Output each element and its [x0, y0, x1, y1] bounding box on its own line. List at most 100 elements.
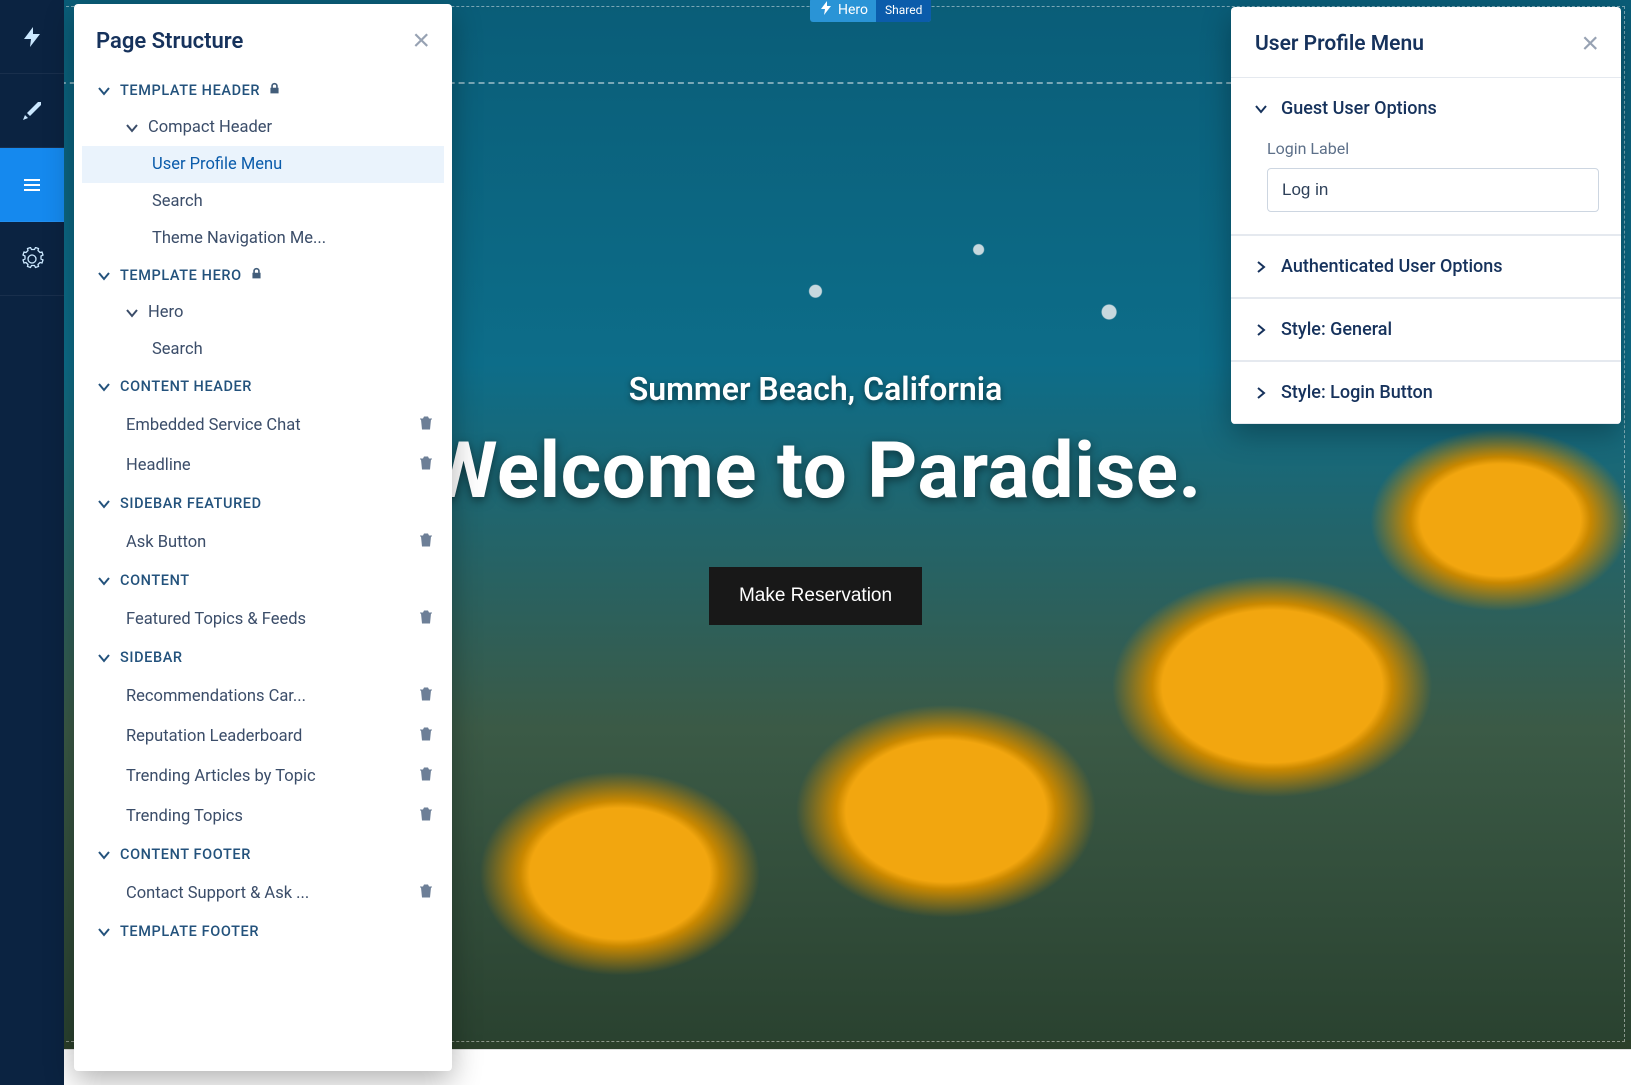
delete-button[interactable]: [418, 882, 434, 904]
section-header[interactable]: CONTENT FOOTER: [82, 836, 444, 873]
accordion-label: Guest User Options: [1281, 98, 1437, 119]
section-header[interactable]: TEMPLATE FOOTER: [82, 913, 444, 950]
tree-item[interactable]: Hero: [82, 294, 444, 331]
section-label: CONTENT HEADER: [120, 378, 252, 395]
property-panel: User Profile Menu × Guest User Options Lo…: [1231, 7, 1621, 424]
tree-item-label: Recommendations Car...: [126, 687, 306, 706]
tree-item-label: Reputation Leaderboard: [126, 727, 302, 746]
tree-item-label: Compact Header: [148, 118, 272, 137]
lightning-icon: [20, 25, 44, 49]
rail-settings[interactable]: [0, 222, 64, 296]
section-label: TEMPLATE FOOTER: [120, 923, 259, 940]
rail-theme[interactable]: [0, 74, 64, 148]
section-header[interactable]: TEMPLATE HEADER: [82, 72, 444, 109]
tree-item[interactable]: Reputation Leaderboard: [82, 716, 444, 756]
delete-button[interactable]: [418, 608, 434, 630]
tree-item-label: Search: [152, 340, 203, 359]
accordion-label: Style: Login Button: [1281, 382, 1433, 403]
tree-item-label: Theme Navigation Me...: [152, 229, 326, 248]
tree-item[interactable]: Ask Button: [82, 522, 444, 562]
chevron-right-icon: [1253, 385, 1269, 401]
accordion-header[interactable]: Style: Login Button: [1231, 362, 1621, 424]
tree-item[interactable]: Featured Topics & Feeds: [82, 599, 444, 639]
tree-item-label: Ask Button: [126, 533, 206, 552]
chevron-down-icon: [96, 924, 112, 940]
delete-button[interactable]: [418, 414, 434, 436]
tree-item[interactable]: Search: [82, 331, 444, 368]
delete-button[interactable]: [418, 805, 434, 827]
accordion-header[interactable]: Guest User Options: [1231, 78, 1621, 139]
chevron-down-icon: [96, 650, 112, 666]
rail-page-structure[interactable]: [0, 148, 64, 222]
chevron-down-icon: [124, 305, 140, 321]
close-property-panel-button[interactable]: ×: [1581, 29, 1599, 59]
section-header[interactable]: CONTENT HEADER: [82, 368, 444, 405]
tree-item-label: Trending Articles by Topic: [126, 767, 316, 786]
tree-item-label: Featured Topics & Feeds: [126, 610, 306, 629]
section-header[interactable]: CONTENT: [82, 562, 444, 599]
trash-icon: [418, 725, 434, 742]
chevron-right-icon: [1253, 259, 1269, 275]
trash-icon: [418, 882, 434, 899]
builder-sidebar-rail: [0, 0, 64, 1085]
tree-item[interactable]: Search: [82, 183, 444, 220]
accordion-label: Authenticated User Options: [1281, 256, 1503, 277]
delete-button[interactable]: [418, 685, 434, 707]
chevron-down-icon: [96, 268, 112, 284]
chevron-down-icon: [96, 847, 112, 863]
chevron-down-icon: [124, 120, 140, 136]
tree-item[interactable]: Compact Header: [82, 109, 444, 146]
accordion-body: Login Label: [1231, 139, 1621, 235]
section-label: SIDEBAR FEATURED: [120, 495, 262, 512]
chevron-right-icon: [1253, 322, 1269, 338]
section-header[interactable]: TEMPLATE HERO: [82, 257, 444, 294]
tree-item[interactable]: Trending Articles by Topic: [82, 756, 444, 796]
brush-icon: [20, 99, 44, 123]
lock-icon: [250, 267, 263, 280]
section-label: CONTENT FOOTER: [120, 846, 251, 863]
delete-button[interactable]: [418, 765, 434, 787]
chevron-down-icon: [96, 379, 112, 395]
tree-item-label: Contact Support & Ask ...: [126, 884, 309, 903]
property-panel-title: User Profile Menu: [1255, 32, 1424, 56]
page-structure-panel: Page Structure × TEMPLATE HEADER Compact …: [74, 4, 452, 1071]
section-label: TEMPLATE HEADER: [120, 82, 260, 99]
trash-icon: [418, 414, 434, 431]
field-label: Login Label: [1267, 139, 1599, 158]
accordion-header[interactable]: Style: General: [1231, 299, 1621, 361]
page-structure-title: Page Structure: [96, 29, 243, 54]
trash-icon: [418, 805, 434, 822]
section-label: CONTENT: [120, 572, 190, 589]
tree-item[interactable]: Theme Navigation Me...: [82, 220, 444, 257]
delete-button[interactable]: [418, 725, 434, 747]
tree-item-label: Embedded Service Chat: [126, 416, 301, 435]
trash-icon: [418, 531, 434, 548]
rail-components[interactable]: [0, 0, 64, 74]
tree-item[interactable]: Recommendations Car...: [82, 676, 444, 716]
section-header[interactable]: SIDEBAR: [82, 639, 444, 676]
chevron-down-icon: [96, 573, 112, 589]
accordion-header[interactable]: Authenticated User Options: [1231, 236, 1621, 298]
make-reservation-button[interactable]: Make Reservation: [709, 567, 922, 625]
property-panel-body: Guest User Options Login Label Authentica…: [1231, 77, 1621, 424]
delete-button[interactable]: [418, 531, 434, 553]
login-label-input[interactable]: [1267, 168, 1599, 212]
tree-item[interactable]: Contact Support & Ask ...: [82, 873, 444, 913]
tree-item[interactable]: Trending Topics: [82, 796, 444, 836]
trash-icon: [418, 765, 434, 782]
section-header[interactable]: SIDEBAR FEATURED: [82, 485, 444, 522]
section-label: SIDEBAR: [120, 649, 183, 666]
close-page-structure-button[interactable]: ×: [412, 26, 430, 56]
list-icon: [20, 173, 44, 197]
trash-icon: [418, 685, 434, 702]
tree-item-label: User Profile Menu: [152, 155, 282, 174]
section-label: TEMPLATE HERO: [120, 267, 242, 284]
tree-item-label: Trending Topics: [126, 807, 243, 826]
tree-item[interactable]: User Profile Menu: [82, 146, 444, 183]
chevron-down-icon: [96, 496, 112, 512]
page-structure-body: TEMPLATE HEADER Compact Header User Profil…: [74, 72, 452, 970]
tree-item[interactable]: Headline: [82, 445, 444, 485]
delete-button[interactable]: [418, 454, 434, 476]
tree-item[interactable]: Embedded Service Chat: [82, 405, 444, 445]
chevron-down-icon: [1253, 101, 1269, 117]
